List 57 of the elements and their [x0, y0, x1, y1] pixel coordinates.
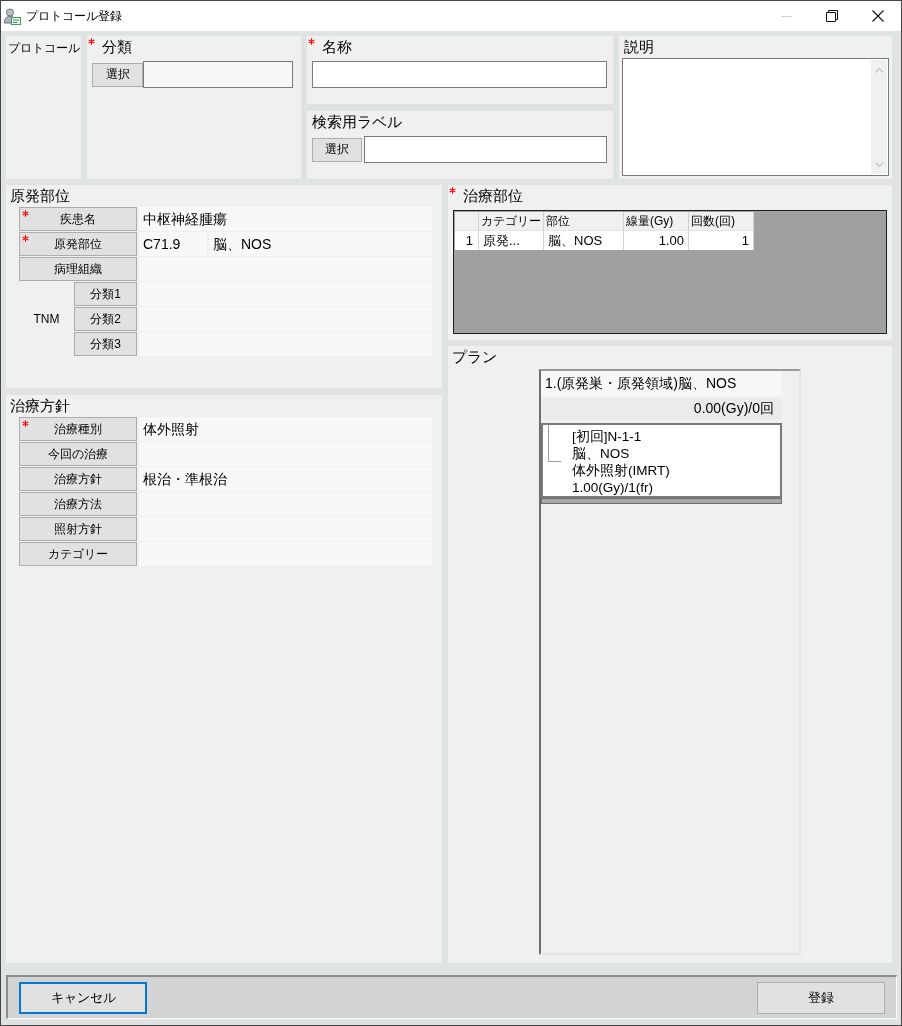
section-title: 治療方針 [10, 396, 70, 416]
person-card-icon [4, 7, 21, 25]
value-field: 中枢神経腫瘍 [139, 207, 432, 231]
field-button[interactable]: 病理組織 [19, 257, 137, 281]
column-header[interactable]: 回数(回) [689, 212, 754, 230]
dialog-button[interactable]: キャンセル [19, 982, 147, 1014]
value-field: C71.9 [139, 232, 207, 256]
session-line: [初回]N-1-1 [572, 428, 642, 445]
field-button[interactable]: カテゴリー [19, 542, 137, 566]
classification-field[interactable] [143, 61, 293, 88]
protocol-label: プロトコール [8, 40, 80, 57]
course-title[interactable]: 1.(原発巣・原発領域)脳、NOS [541, 371, 782, 396]
close-icon[interactable] [872, 10, 884, 22]
field-button[interactable]: 治療方法 [19, 492, 137, 516]
dialog-button[interactable]: 登録 [757, 982, 885, 1014]
section-title: プラン [452, 347, 497, 367]
field-button[interactable]: 今回の治療 [19, 442, 137, 466]
description-field[interactable] [622, 58, 889, 176]
field-button[interactable]: 治療方針 [19, 467, 137, 491]
field-button[interactable]: 原発部位 [19, 232, 137, 256]
column-header[interactable]: 部位 [544, 212, 624, 230]
name-field[interactable] [312, 61, 607, 88]
field-label: 名称 [322, 37, 352, 57]
header-corner-cell [455, 212, 479, 230]
window-title: プロトコール登録 [26, 8, 122, 24]
table-cell: 原発... [479, 230, 544, 250]
search-label-field[interactable] [364, 136, 607, 163]
field-button[interactable]: 照射方針 [19, 517, 137, 541]
session-box[interactable]: [初回]N-1-1 脳、NOS 体外照射(IMRT) 1.00(Gy)/1(fr) [541, 423, 782, 498]
section-title: 治療部位 [463, 186, 523, 206]
restore-icon[interactable] [826, 10, 838, 22]
field-button[interactable]: 分類3 [74, 332, 137, 356]
row-number: 1 [455, 230, 479, 250]
value-field: 根治・準根治 [139, 467, 432, 491]
column-header[interactable]: 線量(Gy) [624, 212, 689, 230]
field-label: 説明 [624, 37, 654, 57]
value-field: 体外照射 [139, 417, 432, 441]
field-button[interactable]: 治療種別 [19, 417, 137, 441]
table-cell: 1.00 [624, 230, 689, 250]
session-line: 体外照射(IMRT) [572, 462, 670, 479]
select-button[interactable]: 選択 [312, 137, 362, 162]
course-summary: 0.00(Gy)/0回 [541, 398, 782, 419]
field-button[interactable]: 疾患名 [19, 207, 137, 231]
table-cell: 脳、NOS [544, 230, 624, 250]
session-line: 1.00(Gy)/1(fr) [572, 479, 653, 496]
field-label: 分類 [102, 37, 132, 57]
value-field: 脳、NOS [209, 232, 432, 256]
column-header[interactable]: カテゴリー [479, 212, 544, 230]
tree-connector [548, 425, 561, 462]
field-label: 検索用ラベル [312, 112, 402, 132]
table-cell: 1 [689, 230, 754, 250]
section-title: 原発部位 [10, 186, 70, 206]
field-button[interactable]: 分類2 [74, 307, 137, 331]
tnm-label: TNM [33, 311, 60, 327]
field-button[interactable]: 分類1 [74, 282, 137, 306]
select-button[interactable]: 選択 [92, 62, 143, 87]
session-line: 脳、NOS [572, 445, 630, 462]
